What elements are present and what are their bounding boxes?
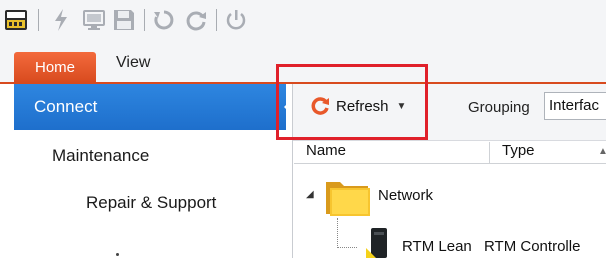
folder-icon — [324, 176, 372, 218]
sidebar-item-maintenance[interactable]: Maintenance — [52, 146, 149, 166]
power-icon[interactable] — [224, 8, 248, 32]
controller-device-icon — [366, 228, 392, 258]
toolbar-separator — [216, 9, 217, 31]
grouping-select[interactable]: Interfac — [544, 92, 606, 120]
sidebar-subitem-bullet — [116, 253, 119, 256]
sort-arrow-icon: ▲ — [598, 146, 606, 157]
refresh-circle-icon[interactable] — [184, 8, 208, 32]
restart-icon[interactable] — [152, 8, 176, 32]
app-logo-icon[interactable] — [4, 8, 28, 32]
column-header-type[interactable]: Type — [490, 142, 606, 164]
save-icon[interactable] — [112, 8, 136, 32]
monitor-icon[interactable] — [82, 8, 106, 32]
tree-item-name[interactable]: RTM Lean — [402, 238, 472, 255]
tab-home[interactable]: Home — [14, 52, 96, 83]
sidebar-item-connect[interactable]: Connect — [14, 84, 286, 130]
grouping-label: Grouping — [468, 99, 530, 116]
tree-expander-icon[interactable]: ◢ — [306, 189, 314, 200]
toolbar-separator — [144, 9, 145, 31]
tree-item-type: RTM Controlle — [484, 238, 581, 255]
flash-icon[interactable] — [50, 8, 72, 32]
tab-view[interactable]: View — [116, 54, 150, 72]
sidebar-item-label: Connect — [34, 97, 98, 116]
sidebar-item-repair-support[interactable]: Repair & Support — [86, 193, 216, 213]
tree-connector — [337, 247, 357, 249]
tree-item-network[interactable]: Network — [378, 187, 433, 204]
tree-connector — [337, 218, 339, 248]
highlight-box — [276, 64, 428, 140]
toolbar-separator — [38, 9, 39, 31]
column-header-name[interactable]: Name — [294, 142, 490, 164]
